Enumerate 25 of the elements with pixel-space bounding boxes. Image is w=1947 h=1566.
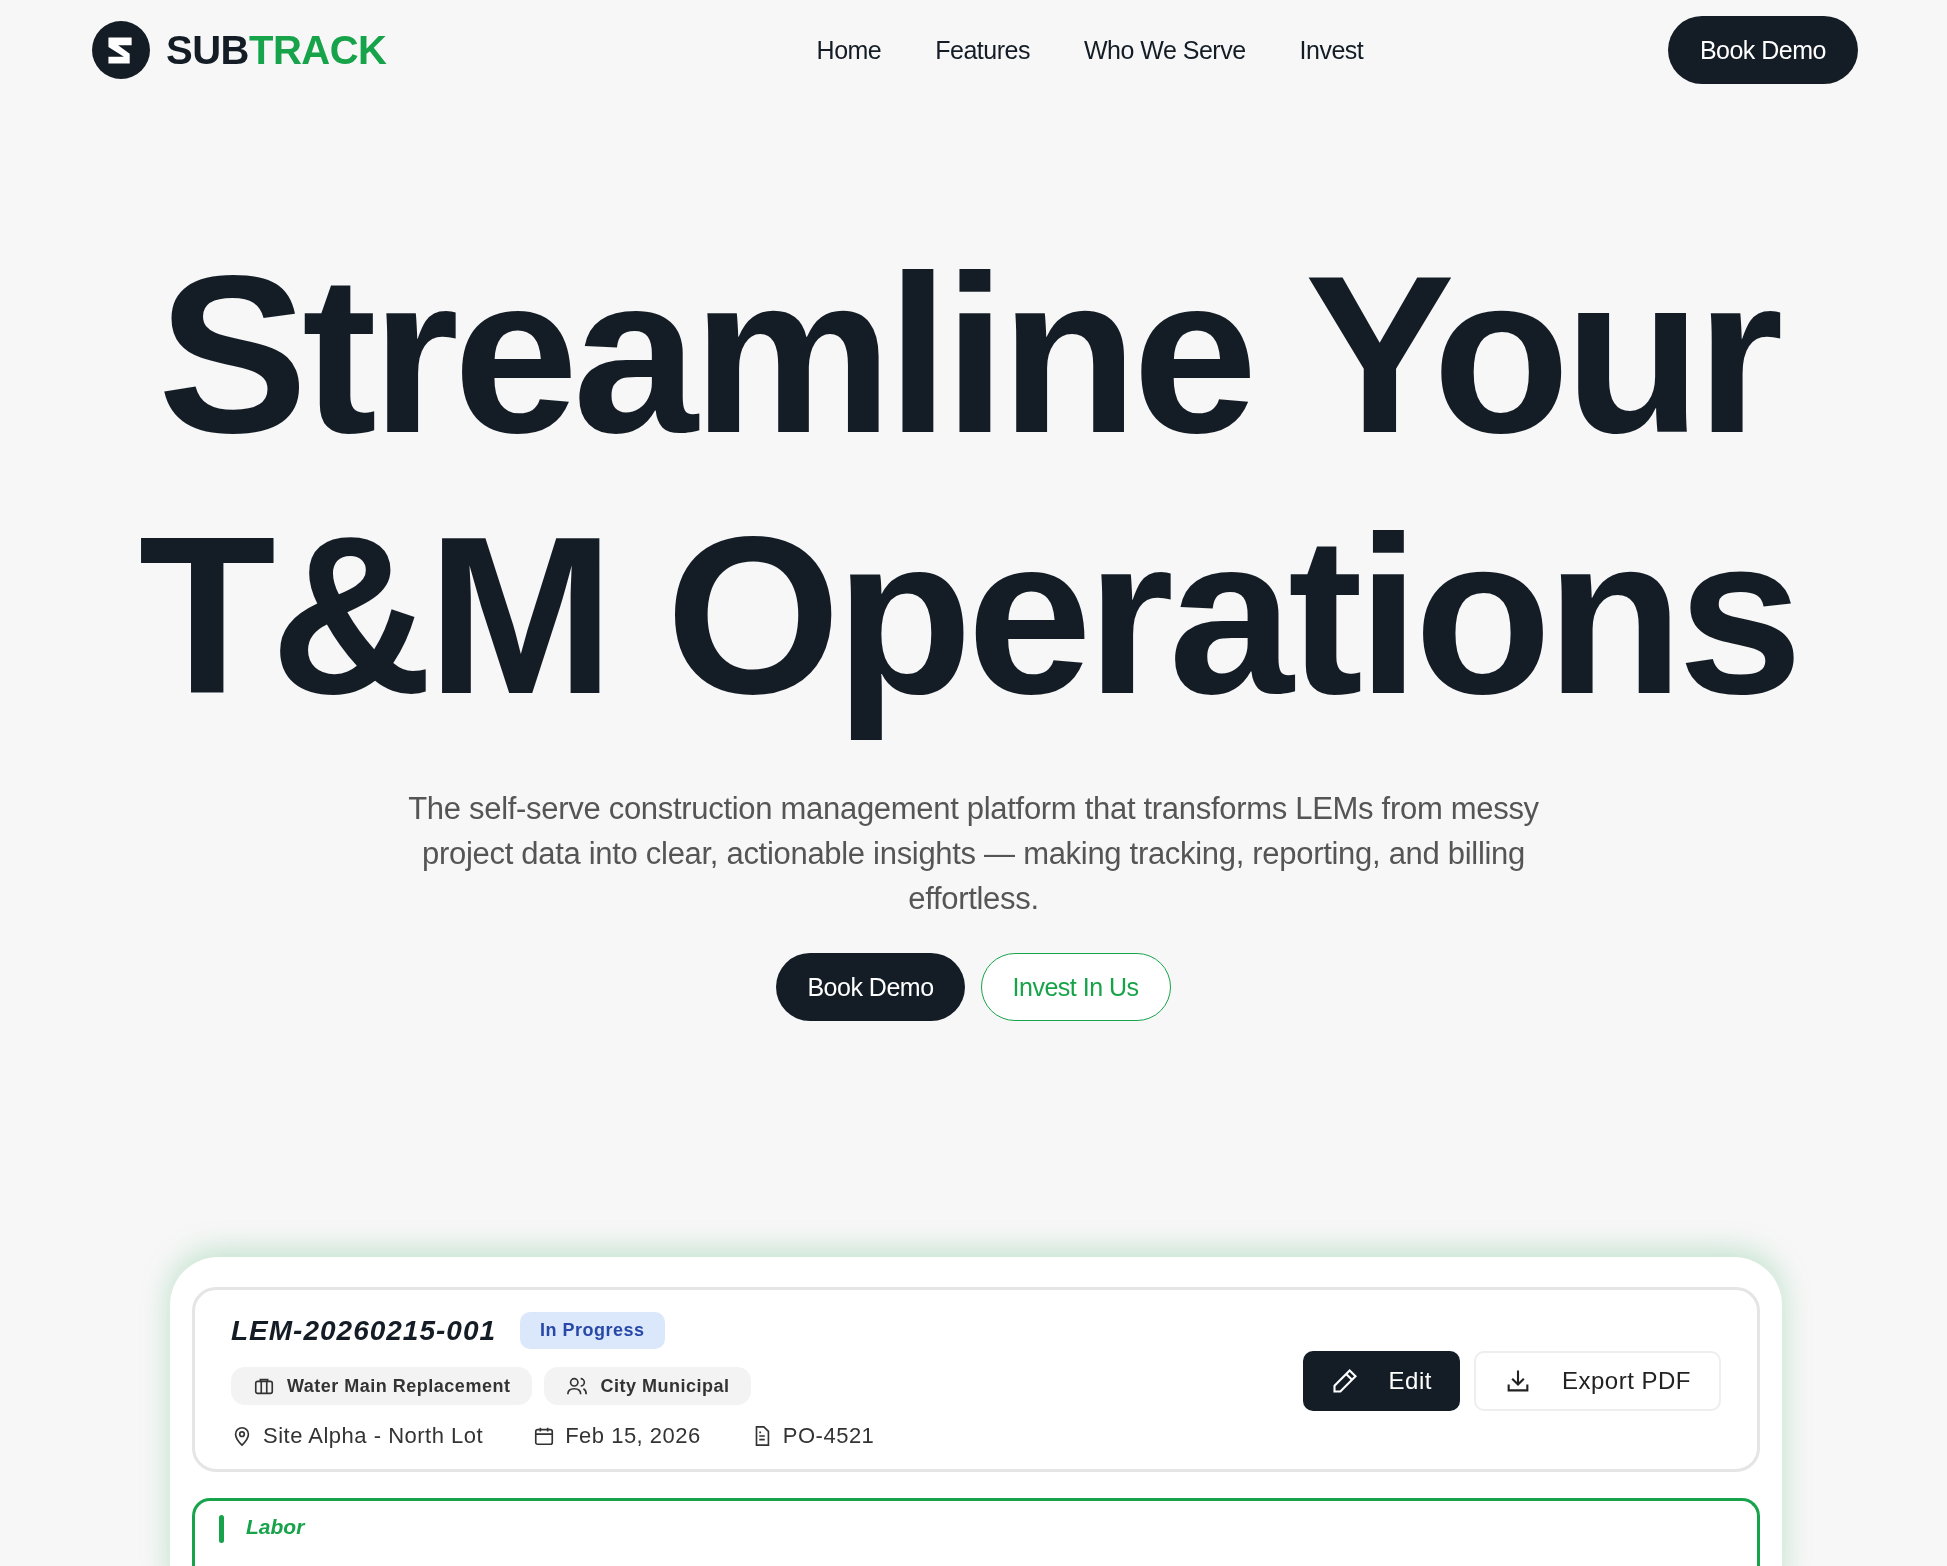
tag-label: City Municipal [600, 1375, 730, 1397]
export-pdf-button[interactable]: Export PDF [1473, 1350, 1721, 1411]
section-title: Labor [246, 1515, 305, 1539]
status-badge: In Progress [520, 1312, 665, 1349]
tag-label: Water Main Replacement [287, 1375, 511, 1397]
meta-text: Site Alpha - North Lot [263, 1423, 484, 1449]
nav-link[interactable]: Features [935, 35, 1030, 65]
pencil-icon [1330, 1366, 1359, 1395]
users-icon [566, 1375, 589, 1397]
brand-name[interactable]: SUBTRACK [166, 27, 387, 73]
nav-link[interactable]: Who We Serve [1083, 35, 1246, 65]
calendar-icon [533, 1425, 556, 1447]
edit-button[interactable]: Edit [1302, 1350, 1460, 1411]
logo-icon [92, 21, 150, 79]
lem-id: LEM-20260215-001 [231, 1314, 497, 1347]
book-demo-button[interactable]: Book Demo [1667, 16, 1858, 84]
nav-link[interactable]: Home [816, 35, 882, 65]
meta-text: PO-4521 [782, 1423, 875, 1449]
hero-title: Streamline Your [156, 227, 1780, 482]
meta-text: Feb 15, 2026 [565, 1423, 701, 1449]
hero-subtitle: The self-serve construction management platform that transforms LEMs from messy project data into clear, actionable insights — making tracking, reporting, and billing effortless. [407, 790, 1540, 918]
hero-title: T&M Operations [137, 488, 1799, 743]
book-demo-button[interactable]: Book Demo [776, 953, 965, 1021]
accent-bar [219, 1515, 224, 1543]
nav-link[interactable]: Invest [1299, 35, 1364, 65]
